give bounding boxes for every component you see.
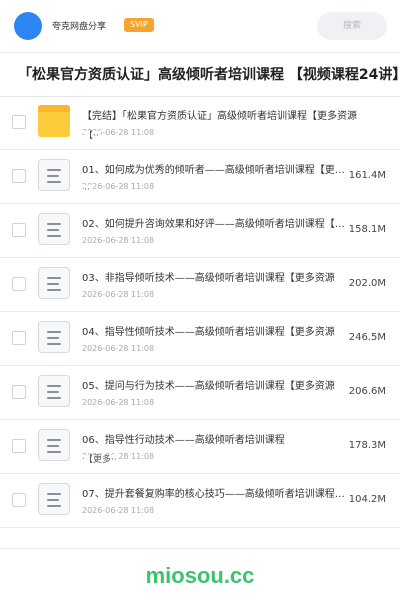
document-icon xyxy=(38,159,70,191)
file-name[interactable]: 01、如何成为优秀的倾听者——高级倾听者培训课程【更多资源 xyxy=(82,164,346,178)
row-checkbox[interactable] xyxy=(12,385,26,399)
file-name[interactable]: 06、指导性行动技术——高级倾听者培训课程 xyxy=(82,434,346,448)
folder-icon xyxy=(38,105,70,137)
file-date: 2026-06-28 11:08 xyxy=(82,182,155,191)
file-size: 206.6M xyxy=(348,386,386,397)
row-checkbox[interactable] xyxy=(12,169,26,183)
file-list: 【完结】「松果官方资质认证」高级倾听者培训课程【更多资源 2026-06-28 1… xyxy=(0,96,400,528)
divider xyxy=(0,548,400,549)
file-date: 2026-06-28 11:08 xyxy=(82,290,155,299)
document-icon xyxy=(38,375,70,407)
file-row[interactable]: 03、非指导倾听技术——高级倾听者培训课程【更多资源 2026-06-28 11:… xyxy=(0,258,400,312)
file-name[interactable]: 05、提问与行为技术——高级倾听者培训课程【更多资源 xyxy=(82,380,346,394)
file-date: 2026-06-28 11:08 xyxy=(82,506,155,515)
file-row[interactable]: 06、指导性行动技术——高级倾听者培训课程2026-06-28 11:08【更多… xyxy=(0,420,400,474)
document-icon xyxy=(38,429,70,461)
top-bar: 夸克网盘分享 SVIP 搜索 xyxy=(0,0,400,52)
search-input[interactable]: 搜索 xyxy=(317,12,387,40)
file-date: 2026-06-28 11:08 xyxy=(82,236,155,245)
file-row[interactable]: 01、如何成为优秀的倾听者——高级倾听者培训课程【更多资源 2026-06-28 … xyxy=(0,150,400,204)
file-date: 2026-06-28 11:08 xyxy=(82,398,155,407)
file-size: 246.5M xyxy=(348,332,386,343)
file-name[interactable]: 【完结】「松果官方资质认证」高级倾听者培训课程【更多资源 xyxy=(82,110,372,124)
row-checkbox[interactable] xyxy=(12,493,26,507)
file-size: 158.1M xyxy=(348,224,386,235)
svip-badge: SVIP xyxy=(124,18,154,32)
document-icon xyxy=(38,321,70,353)
file-name[interactable]: 04、指导性倾听技术——高级倾听者培训课程【更多资源 xyxy=(82,326,346,340)
document-icon xyxy=(38,267,70,299)
row-checkbox[interactable] xyxy=(12,223,26,237)
divider xyxy=(0,52,400,53)
file-name-overflow: ·· xyxy=(84,185,92,195)
file-name[interactable]: 03、非指导倾听技术——高级倾听者培训课程【更多资源 xyxy=(82,272,346,286)
file-date: 2026-06-28 11:08 xyxy=(82,344,155,353)
file-row[interactable]: 05、提问与行为技术——高级倾听者培训课程【更多资源 2026-06-28 11:… xyxy=(0,366,400,420)
file-row[interactable]: 02、如何提升咨询效果和好评——高级倾听者培训课程【更多资源 2026-06-28… xyxy=(0,204,400,258)
row-checkbox[interactable] xyxy=(12,331,26,345)
file-size: 161.4M xyxy=(348,170,386,181)
file-size: 104.2M xyxy=(348,494,386,505)
file-row[interactable]: 07、提升套餐复购率的核心技巧——高级倾听者培训课程【更多资源 2026-06-2… xyxy=(0,474,400,528)
file-name-overflow: 【更多·· xyxy=(84,455,119,465)
file-name[interactable]: 02、如何提升咨询效果和好评——高级倾听者培训课程【更多资源 xyxy=(82,218,346,232)
row-checkbox[interactable] xyxy=(12,439,26,453)
file-row[interactable]: 04、指导性倾听技术——高级倾听者培训课程【更多资源 2026-06-28 11:… xyxy=(0,312,400,366)
file-name[interactable]: 07、提升套餐复购率的核心技巧——高级倾听者培训课程【更多资源 xyxy=(82,488,346,502)
row-checkbox[interactable] xyxy=(12,277,26,291)
file-name-overflow: 【·· xyxy=(84,131,101,141)
avatar[interactable] xyxy=(14,12,42,40)
file-size: 178.3M xyxy=(348,440,386,451)
row-checkbox[interactable] xyxy=(12,115,26,129)
file-size: 202.0M xyxy=(348,278,386,289)
document-icon xyxy=(38,213,70,245)
brand-name: 夸克网盘分享 xyxy=(52,22,107,32)
document-icon xyxy=(38,483,70,515)
page-title: 「松果官方资质认证」高级倾听者培训课程 【视频课程24讲】 xyxy=(18,67,400,83)
watermark: miosou.cc xyxy=(145,563,255,588)
file-row[interactable]: 【完结】「松果官方资质认证」高级倾听者培训课程【更多资源 2026-06-28 1… xyxy=(0,96,400,150)
